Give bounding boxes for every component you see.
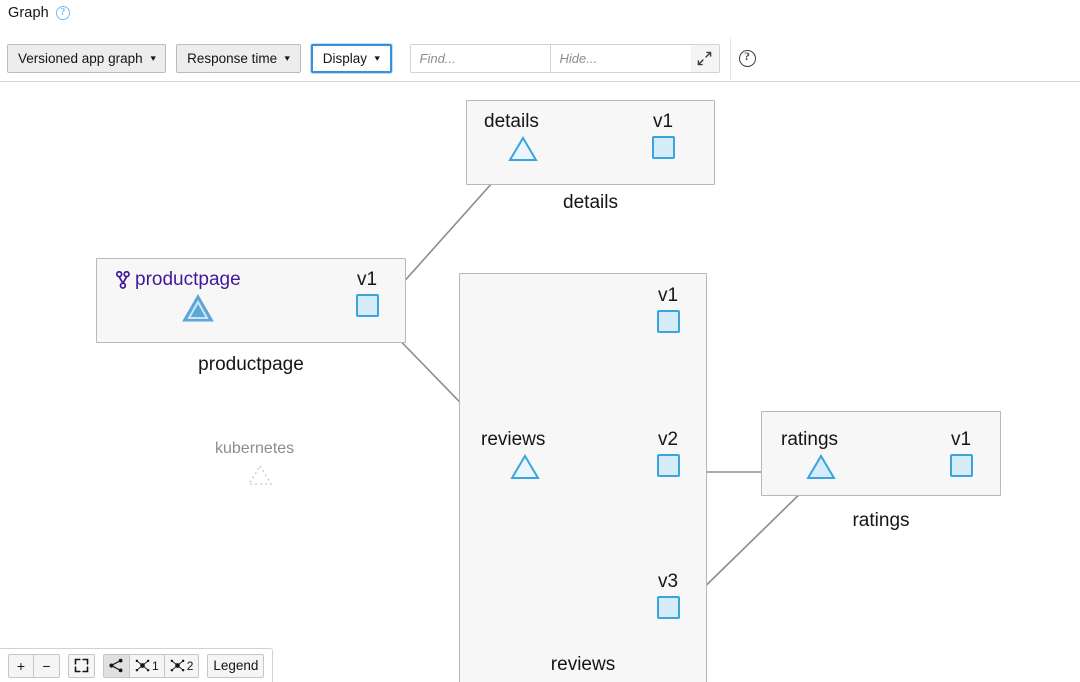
legend-button-group: Legend: [207, 654, 264, 678]
service-triangle-icon: [806, 454, 836, 480]
node-label-reviews-service: reviews: [481, 430, 545, 450]
topology-icon[interactable]: [104, 655, 130, 677]
chevron-down-icon: ▾: [285, 53, 290, 64]
node-label-productpage-text: productpage: [135, 270, 241, 290]
app-box-label-reviews: reviews: [459, 654, 707, 676]
fit-to-screen-icon[interactable]: [69, 655, 94, 677]
namespace-label-kubernetes: kubernetes: [215, 440, 294, 458]
question-circle-icon[interactable]: ?: [739, 50, 756, 67]
layout-two-button[interactable]: 2: [165, 655, 199, 677]
graph-canvas[interactable]: details details v1 productpage productpa…: [0, 82, 1080, 682]
layout-two-label: 2: [187, 659, 194, 673]
find-hide-group: [410, 44, 720, 73]
app-box-reviews[interactable]: [459, 273, 707, 682]
service-triangle-icon: [508, 136, 538, 162]
node-label-reviews-v2: v2: [658, 430, 678, 450]
find-input[interactable]: [411, 45, 551, 72]
app-box-label-productpage: productpage: [96, 354, 406, 376]
workload-square-icon: [652, 136, 675, 159]
node-label-reviews-v1: v1: [658, 286, 678, 306]
node-label-productpage-service: productpage: [116, 270, 241, 290]
virtual-service-icon: [116, 271, 130, 289]
graph-type-label: Versioned app graph: [18, 51, 143, 66]
display-menu-label: Display: [323, 51, 367, 66]
expand-arrows-icon[interactable]: [691, 45, 719, 72]
toolbar-divider: [730, 38, 731, 80]
layout-one-button[interactable]: 1: [130, 655, 165, 677]
edge-label-label: Response time: [187, 51, 277, 66]
display-menu-button[interactable]: Display ▾: [311, 44, 392, 73]
service-triangle-icon: [510, 454, 540, 480]
service-triangle-root-icon: [182, 294, 214, 322]
app-box-label-ratings: ratings: [761, 510, 1001, 532]
workload-square-icon: [356, 294, 379, 317]
graph-toolbar: Versioned app graph ▾ Response time ▾ Di…: [0, 36, 1080, 82]
toolbar-help: ?: [739, 50, 756, 67]
node-label-productpage-v1: v1: [357, 270, 377, 290]
chevron-down-icon: ▾: [150, 53, 155, 64]
zoom-out-button[interactable]: −: [34, 655, 59, 677]
app-box-label-details: details: [466, 192, 715, 214]
page-header: Graph ?: [8, 2, 70, 24]
node-label-ratings-v1: v1: [951, 430, 971, 450]
chevron-down-icon: ▾: [375, 53, 380, 64]
layout-one-label: 1: [152, 659, 159, 673]
node-label-ratings-service: ratings: [781, 430, 838, 450]
workload-square-icon: [950, 454, 973, 477]
node-label-reviews-v3: v3: [658, 572, 678, 592]
legend-button[interactable]: Legend: [208, 655, 263, 677]
workload-square-icon: [657, 596, 680, 619]
layout-button-group: 1 2: [103, 654, 199, 678]
page-title: Graph: [8, 5, 49, 21]
fit-button-group: [68, 654, 95, 678]
graph-type-select[interactable]: Versioned app graph ▾: [7, 44, 166, 73]
hide-input[interactable]: [551, 45, 691, 72]
question-circle-icon[interactable]: ?: [56, 6, 70, 20]
graph-controls-toolbar: + − 1: [0, 648, 273, 682]
edge-label-select[interactable]: Response time ▾: [176, 44, 301, 73]
workload-square-icon: [657, 310, 680, 333]
workload-square-icon: [657, 454, 680, 477]
node-label-details-service: details: [484, 112, 539, 132]
namespace-placeholder-triangle-icon: [247, 464, 273, 486]
zoom-button-group: + −: [8, 654, 60, 678]
zoom-in-button[interactable]: +: [9, 655, 34, 677]
node-label-details-v1: v1: [653, 112, 673, 132]
